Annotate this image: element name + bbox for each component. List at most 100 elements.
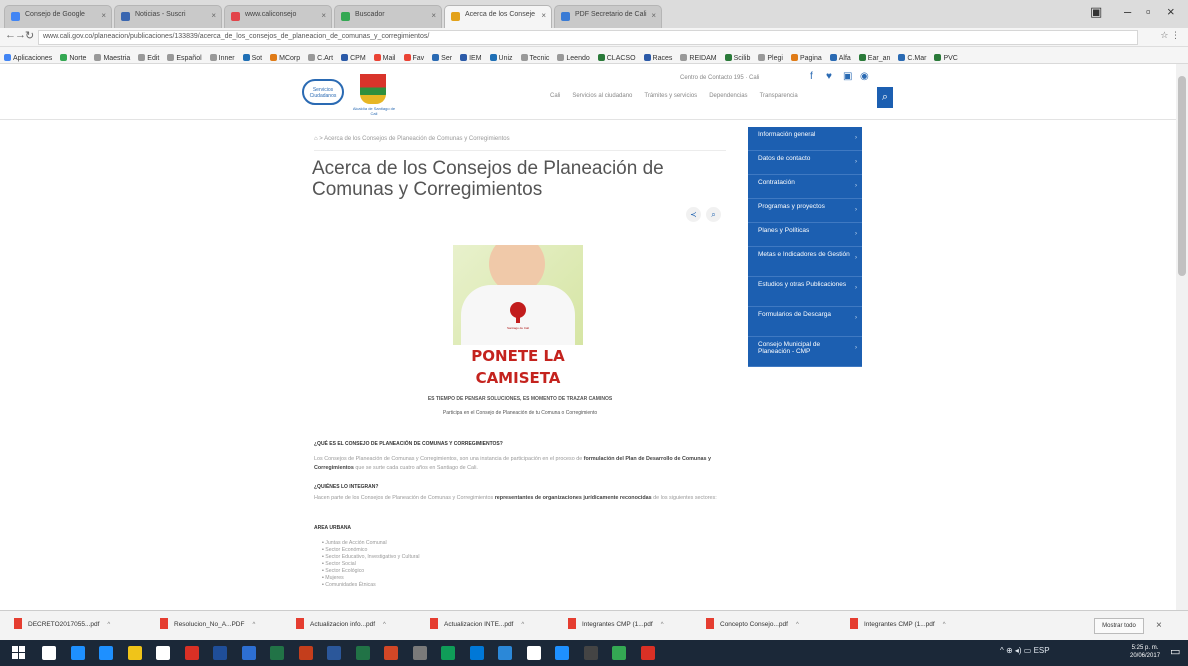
share-icon[interactable]: ≺ <box>686 207 701 222</box>
browser-tab[interactable]: Noticias - Suscri × <box>114 5 222 28</box>
taskbar-app-icon[interactable] <box>526 646 541 660</box>
taskbar-app-icon[interactable] <box>241 646 256 660</box>
services-cloud-logo[interactable]: Servicios Ciudadanos <box>302 79 344 105</box>
bookmark-item[interactable]: Sot <box>242 54 262 62</box>
bookmark-item[interactable]: MCorp <box>270 54 300 62</box>
download-menu-chevron-icon[interactable]: ^ <box>521 622 524 628</box>
taskbar-app-icon[interactable] <box>412 646 427 660</box>
home-icon[interactable]: ⌂ <box>314 136 318 142</box>
browser-tab[interactable]: PDF Secretario de Cali × <box>554 5 662 28</box>
taskbar-app-icon[interactable] <box>355 646 370 660</box>
notifications-icon[interactable]: ▭ <box>1170 645 1180 658</box>
taskbar-app-icon[interactable] <box>384 646 398 660</box>
zoom-icon[interactable]: ⌕ <box>706 207 721 222</box>
main-menu-item[interactable]: Trámites y servicios <box>644 93 697 99</box>
tab-close-icon[interactable]: × <box>321 11 326 20</box>
taskbar-app-icon[interactable] <box>640 646 655 660</box>
bookmark-item[interactable]: Plegi <box>758 54 783 62</box>
clock[interactable]: 5:25 p. m. 20/06/2017 <box>1130 644 1160 660</box>
url-input[interactable]: www.cali.gov.co/planeacion/publicaciones… <box>38 30 1138 45</box>
download-menu-chevron-icon[interactable]: ^ <box>943 622 946 628</box>
scrollbar-thumb[interactable] <box>1178 76 1186 276</box>
side-menu-item[interactable]: Consejo Municipal de Planeación - CMP › <box>748 337 862 367</box>
download-item[interactable]: Integrantes CMP (1...pdf ^ <box>850 618 946 634</box>
search-button[interactable]: ⌕ <box>877 87 893 108</box>
bookmark-item[interactable]: Edit <box>138 54 159 62</box>
minimize-icon[interactable]: – <box>1124 4 1131 19</box>
bookmark-item[interactable]: C.Mar <box>898 54 926 62</box>
taskbar-app-icon[interactable] <box>612 646 626 660</box>
tab-close-icon[interactable]: × <box>431 11 436 20</box>
start-windows-icon[interactable] <box>12 646 26 660</box>
taskbar-app-icon[interactable] <box>469 646 484 660</box>
download-item[interactable]: DECRETO2017055...pdf ^ <box>14 618 110 634</box>
bookmark-item[interactable]: Norte <box>60 54 86 62</box>
bookmark-item[interactable]: Español <box>167 54 202 62</box>
bookmark-star-icon[interactable]: ☆ ⋮ <box>1160 30 1180 41</box>
download-menu-chevron-icon[interactable]: ^ <box>107 622 110 628</box>
tab-close-icon[interactable]: × <box>211 11 216 20</box>
facebook-icon[interactable]: f <box>810 71 813 82</box>
youtube-icon[interactable]: ▣ <box>843 71 852 82</box>
bookmark-item[interactable]: Inner <box>209 54 235 62</box>
bookmark-item[interactable]: Mail <box>373 54 396 62</box>
main-menu-item[interactable]: Dependencias <box>709 93 747 99</box>
twitter-icon[interactable]: ♥ <box>826 71 832 82</box>
system-tray[interactable]: ^ ⊕ ◂) ▭ ESP <box>1000 646 1050 655</box>
bookmark-item[interactable]: Leendo <box>557 54 590 62</box>
header-top-links[interactable]: Centro de Contacto 195 · Cali <box>680 75 759 81</box>
side-menu-item[interactable]: Planes y Políticas › <box>748 223 862 247</box>
browser-tab[interactable]: Consejo de Google × <box>4 5 112 28</box>
bookmark-item[interactable]: Tecnic <box>520 54 549 62</box>
download-menu-chevron-icon[interactable]: ^ <box>383 622 386 628</box>
bookmark-item[interactable]: Fav <box>403 54 424 62</box>
download-item[interactable]: Actualizacion info...pdf ^ <box>296 618 386 634</box>
page-scrollbar[interactable] <box>1176 64 1188 610</box>
taskbar-app-icon[interactable] <box>270 646 284 660</box>
side-menu-item[interactable]: Programas y proyectos › <box>748 199 862 223</box>
taskbar-app-icon[interactable] <box>127 646 142 660</box>
taskbar-app-icon[interactable] <box>555 646 569 660</box>
close-downloads-icon[interactable]: × <box>1156 620 1162 631</box>
bookmark-item[interactable]: Aplicaciones <box>4 54 52 62</box>
taskbar-app-icon[interactable] <box>184 646 199 660</box>
accessibility-icon[interactable]: ◉ <box>860 71 869 82</box>
bookmark-item[interactable]: CLACSO <box>597 54 636 62</box>
taskbar-app-icon[interactable] <box>99 646 113 660</box>
tab-close-icon[interactable]: × <box>101 11 106 20</box>
bookmark-item[interactable]: PVC <box>934 54 958 62</box>
download-menu-chevron-icon[interactable]: ^ <box>796 622 799 628</box>
tab-close-icon[interactable]: × <box>651 11 656 20</box>
download-item[interactable]: Concepto Consejo...pdf ^ <box>706 618 799 634</box>
bookmark-item[interactable]: Scilib <box>724 54 750 62</box>
side-menu-item[interactable]: Formularios de Descarga › <box>748 307 862 337</box>
browser-tab[interactable]: www.caliconsejo × <box>224 5 332 28</box>
taskbar-app-icon[interactable] <box>441 646 455 660</box>
bookmark-item[interactable]: Races <box>643 54 672 62</box>
bookmark-item[interactable]: CPM <box>341 54 366 62</box>
taskbar-app-icon[interactable] <box>156 646 170 660</box>
side-menu-item[interactable]: Estudios y otras Publicaciones › <box>748 277 862 307</box>
bookmark-item[interactable]: Alfa <box>829 54 851 62</box>
taskbar-app-icon[interactable] <box>327 646 341 660</box>
download-menu-chevron-icon[interactable]: ^ <box>661 622 664 628</box>
bookmark-item[interactable]: C.Art <box>308 54 333 62</box>
bookmark-item[interactable]: Ear_an <box>858 54 890 62</box>
taskbar-app-icon[interactable] <box>70 646 85 660</box>
taskbar-app-icon[interactable] <box>583 646 598 660</box>
bookmark-item[interactable]: Uniz <box>489 54 513 62</box>
side-menu-item[interactable]: Contratación › <box>748 175 862 199</box>
side-menu-item[interactable]: Información general › <box>748 127 862 151</box>
profile-icon[interactable]: ▣ <box>1090 4 1102 20</box>
side-menu-item[interactable]: Datos de contacto › <box>748 151 862 175</box>
main-menu-item[interactable]: Transparencia <box>760 93 798 99</box>
main-menu-item[interactable]: Servicios al ciudadano <box>572 93 632 99</box>
cali-crest-logo[interactable] <box>360 74 386 104</box>
close-window-icon[interactable]: × <box>1167 4 1175 19</box>
side-menu-item[interactable]: Metas e Indicadores de Gestión › <box>748 247 862 277</box>
show-all-downloads-button[interactable]: Mostrar todo <box>1094 618 1144 634</box>
reload-icon[interactable]: ↻ <box>25 29 34 42</box>
taskbar-app-icon[interactable] <box>498 646 512 660</box>
bookmark-item[interactable]: Ser <box>432 54 452 62</box>
download-item[interactable]: Integrantes CMP (1...pdf ^ <box>568 618 664 634</box>
